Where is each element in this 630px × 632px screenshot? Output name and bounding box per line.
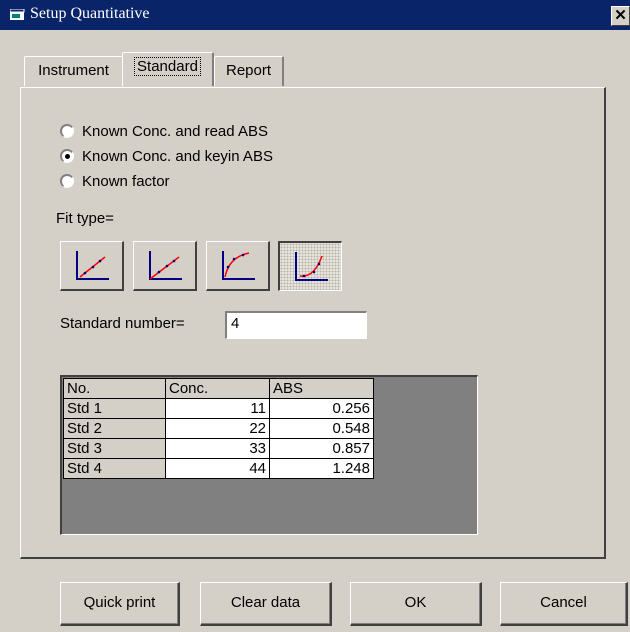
tab-standard-label: Standard [134,57,201,76]
table-row: Std 4 44 1.248 [63,458,374,479]
close-icon: ✕ [614,7,627,24]
cancel-button[interactable]: Cancel [500,582,628,626]
tab-report-label: Report [225,62,272,79]
cubic-fit-icon [294,251,328,281]
abs-cell[interactable]: 1.248 [269,458,374,479]
title-bar: Setup Quantitative ✕ [0,0,630,30]
tab-standard[interactable]: Standard [122,52,214,86]
window-title: Setup Quantitative [30,5,150,22]
row-label: Std 4 [63,458,166,479]
header-no: No. [63,378,166,399]
fit-cubic-button[interactable] [278,241,342,291]
abs-cell[interactable]: 0.256 [269,398,374,419]
tab-instrument-label: Instrument [38,62,109,79]
conc-cell[interactable]: 33 [165,438,270,459]
clear-data-button[interactable]: Clear data [200,582,332,626]
ok-button[interactable]: OK [350,582,482,626]
quadratic-fit-icon [221,250,255,280]
radio-button-icon[interactable] [60,149,74,163]
conc-cell[interactable]: 11 [165,398,270,419]
table-row: Std 3 33 0.857 [63,438,374,459]
row-label: Std 2 [63,418,166,439]
abs-cell[interactable]: 0.857 [269,438,374,459]
fit-linear-origin-button[interactable] [133,241,197,291]
close-button[interactable]: ✕ [611,6,630,26]
radio-known-conc-read-abs[interactable]: Known Conc. and read ABS [60,120,268,142]
radio-button-icon[interactable] [60,174,74,188]
fit-linear-button[interactable] [60,241,124,291]
radio-label: Known factor [82,172,170,190]
app-window-icon [10,9,25,20]
standard-number-label: Standard number= [60,315,185,332]
conc-cell[interactable]: 22 [165,418,270,439]
standard-number-input[interactable]: 4 [225,311,367,339]
radio-known-conc-keyin-abs[interactable]: Known Conc. and keyin ABS [60,145,273,167]
quick-print-button[interactable]: Quick print [60,582,180,626]
linear-through-origin-fit-icon [148,250,182,280]
linear-fit-icon [75,250,109,280]
header-conc: Conc. [165,378,270,399]
abs-cell[interactable]: 0.548 [269,418,374,439]
radio-button-icon[interactable] [60,124,74,138]
row-label: Std 1 [63,398,166,419]
tab-instrument[interactable]: Instrument [24,56,124,86]
radio-known-factor[interactable]: Known factor [60,170,170,192]
fit-type-label: Fit type= [56,210,114,227]
row-label: Std 3 [63,438,166,459]
tab-report[interactable]: Report [214,56,284,86]
table-header-row: No. Conc. ABS [63,378,374,399]
fit-quadratic-button[interactable] [206,241,270,291]
table-row: Std 1 11 0.256 [63,398,374,419]
radio-label: Known Conc. and read ABS [82,122,268,140]
standards-table: No. Conc. ABS Std 1 11 0.256 Std 2 22 0.… [63,378,374,479]
conc-cell[interactable]: 44 [165,458,270,479]
header-abs: ABS [269,378,374,399]
radio-label: Known Conc. and keyin ABS [82,147,273,165]
standards-grid[interactable]: No. Conc. ABS Std 1 11 0.256 Std 2 22 0.… [60,375,478,535]
table-row: Std 2 22 0.548 [63,418,374,439]
